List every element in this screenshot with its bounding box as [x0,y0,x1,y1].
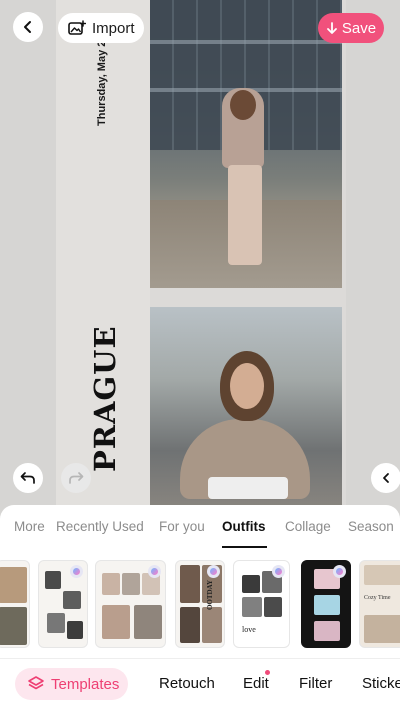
premium-badge-icon [207,565,220,578]
toolbar-divider [0,658,400,659]
edit-tool-button[interactable]: Edit [243,675,269,692]
premium-badge-icon [148,565,161,578]
collapse-panel-button[interactable] [371,463,400,493]
thumbnail-photo [264,597,282,617]
image-import-icon [68,20,86,35]
redo-button[interactable] [61,463,91,493]
tab-for-you[interactable]: For you [159,519,205,534]
premium-badge-icon [272,565,285,578]
thumbnail-photo [314,621,340,641]
thumbnail-photo [63,591,81,609]
thumbnail-photo [314,595,340,615]
chevron-left-icon [24,21,31,33]
template-thumbnail[interactable]: love [233,560,290,648]
thumbnail-caption: Cozy Time [364,595,391,601]
thumbnail-photo [242,575,260,593]
thumbnail-photo [0,567,27,603]
template-photo-2[interactable] [150,307,342,512]
photo-figure [230,363,264,409]
template-thumbnail[interactable]: Cozy Time [359,560,400,648]
tab-recently-used[interactable]: Recently Used [56,519,144,534]
thumbnail-photo [122,573,140,595]
redo-icon [69,472,84,484]
thumbnail-photo [67,621,83,639]
template-thumbnail[interactable]: OOTDAY [175,560,225,648]
category-tabs: More Recently Used For you Outfits Colla… [0,519,400,547]
template-thumbnail[interactable] [0,560,30,648]
thumbnail-photo [180,607,200,643]
photo-figure [228,165,262,265]
import-label: Import [92,19,135,37]
tab-outfits[interactable]: Outfits [222,519,266,534]
thumbnail-photo [0,607,27,645]
thumbnail-photo [47,613,65,633]
thumbnail-photo [134,605,162,639]
photo-detail [150,40,342,44]
canvas-city-text[interactable]: PRAGUE [88,325,122,472]
template-thumbnails: OOTDAY love Cozy Time [0,560,400,650]
filter-tool-button[interactable]: Filter [299,675,332,692]
arrow-down-icon [326,21,337,34]
bottom-toolbar: Templates Retouch Edit Filter Sticke [0,664,400,704]
thumbnail-photo [180,565,200,603]
stickers-tool-button[interactable]: Sticke [362,675,400,692]
thumbnail-photo [364,615,400,643]
editor-screen: Thursday, May 2 PRAGUE Import Save More … [0,0,400,711]
layers-icon [28,676,44,690]
thumbnail-caption: love [242,625,256,634]
photo-figure [208,477,288,499]
templates-label: Templates [51,675,120,693]
back-button[interactable] [13,12,43,42]
thumbnail-photo [364,565,400,585]
template-thumbnail[interactable] [38,560,88,648]
thumbnail-photo [102,573,120,595]
retouch-tool-button[interactable]: Retouch [159,675,215,692]
thumbnail-caption: OOTDAY [206,579,215,611]
undo-button[interactable] [13,463,43,493]
thumbnail-photo [102,605,130,639]
premium-badge-icon [70,565,83,578]
chevron-left-icon [383,473,389,483]
thumbnail-photo [202,607,222,643]
tab-collage[interactable]: Collage [285,519,331,534]
save-button[interactable]: Save [318,13,384,43]
thumbnail-photo [45,571,61,589]
notification-dot [265,670,270,675]
import-button[interactable]: Import [58,13,144,43]
undo-icon [20,472,35,484]
template-photo-1[interactable] [150,0,342,288]
tab-more[interactable]: More [14,519,45,534]
template-thumbnail[interactable] [95,560,166,648]
template-thumbnail[interactable] [301,560,351,648]
save-label: Save [341,19,377,37]
tab-season[interactable]: Season [348,519,394,534]
canvas-date-text[interactable]: Thursday, May 2 [96,41,108,126]
photo-figure [230,90,256,120]
templates-tool-button[interactable]: Templates [15,668,128,700]
active-tab-indicator [222,546,267,548]
premium-badge-icon [333,565,346,578]
thumbnail-photo [242,597,262,617]
